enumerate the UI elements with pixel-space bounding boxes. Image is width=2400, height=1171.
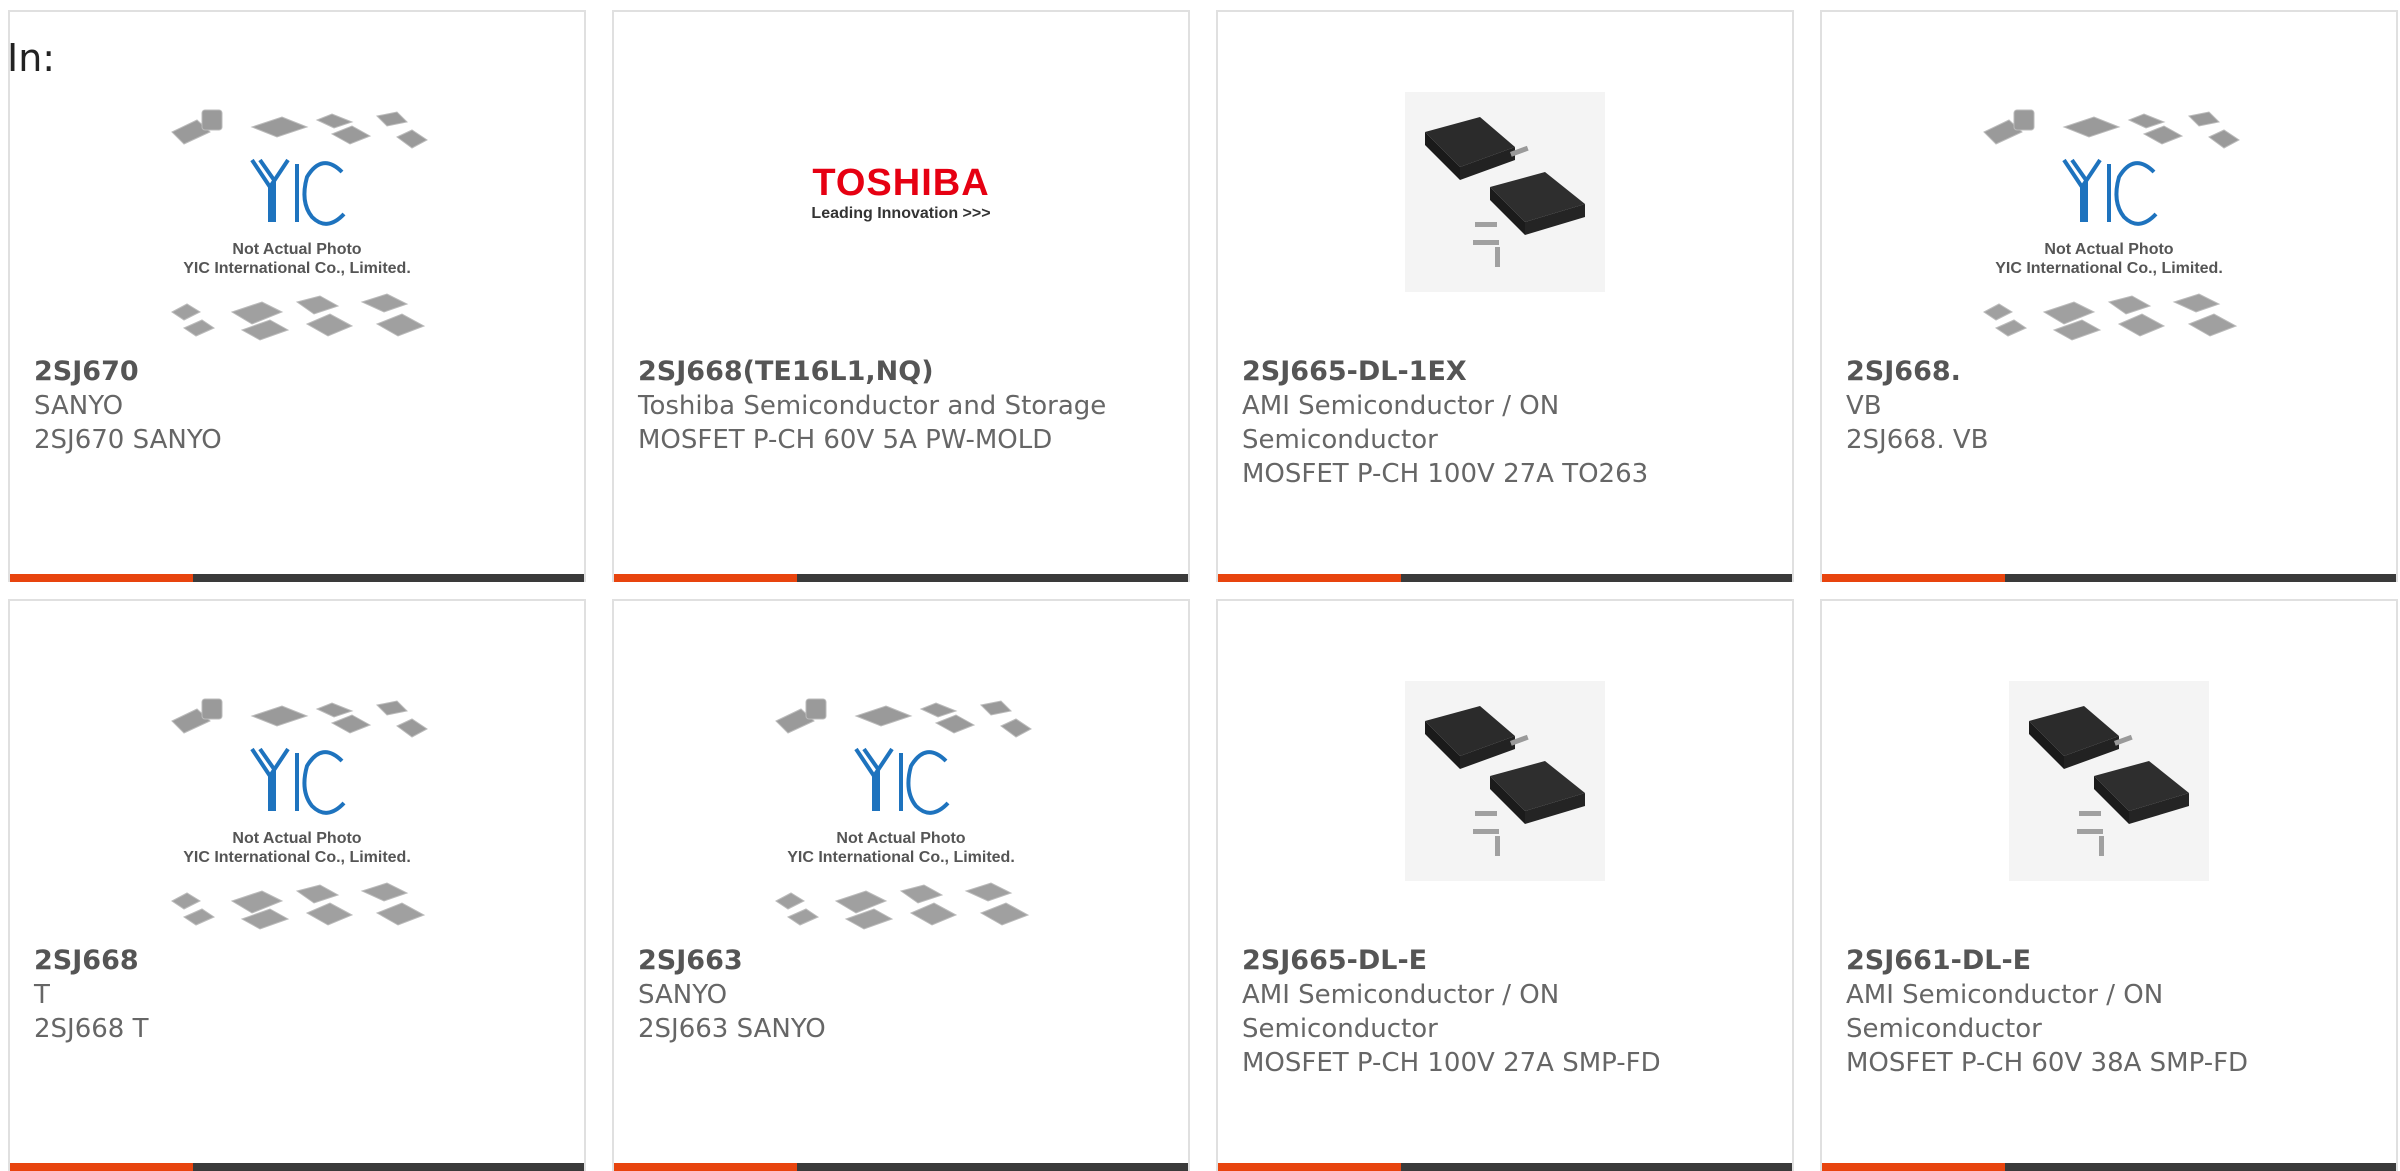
card-bar xyxy=(10,1163,584,1171)
card-bar xyxy=(614,574,1188,582)
part-number[interactable]: 2SJ661-DL-E xyxy=(1846,944,2346,978)
manufacturer: VB xyxy=(1846,391,1882,421)
card-bar xyxy=(614,1163,1188,1171)
part-number[interactable]: 2SJ670 xyxy=(34,355,534,389)
product-card[interactable]: Not Actual Photo YIC International Co., … xyxy=(8,10,586,582)
manufacturer: AMI Semiconductor / ON Semiconductor xyxy=(1846,980,2164,1044)
description: 2SJ663 SANYO xyxy=(638,1014,826,1044)
part-number[interactable]: 2SJ668. xyxy=(1846,355,2346,389)
product-card[interactable]: Not Actual Photo YIC International Co., … xyxy=(1820,10,2398,582)
description: MOSFET P-CH 100V 27A SMP-FD xyxy=(1242,1048,1661,1078)
description: MOSFET P-CH 60V 5A PW-MOLD xyxy=(638,425,1053,455)
yic-placeholder-image: Not Actual Photo YIC International Co., … xyxy=(766,681,1036,941)
manufacturer: Toshiba Semiconductor and Storage xyxy=(638,391,1107,421)
package-icon xyxy=(1405,681,1605,881)
manufacturer: AMI Semiconductor / ON Semiconductor xyxy=(1242,980,1560,1044)
placeholder-company: YIC International Co., Limited. xyxy=(787,849,1015,866)
manufacturer: SANYO xyxy=(34,391,124,421)
part-number[interactable]: 2SJ665-DL-E xyxy=(1242,944,1742,978)
product-image[interactable]: Not Actual Photo YIC International Co., … xyxy=(1822,92,2396,362)
placeholder-caption: Not Actual Photo xyxy=(836,830,966,847)
product-image[interactable]: TOSHIBA Leading Innovation >>> xyxy=(614,92,1188,362)
product-card[interactable]: Not Actual Photo YIC International Co., … xyxy=(612,599,1190,1171)
to263-package-image xyxy=(2009,681,2209,881)
yic-placeholder-image: Not Actual Photo YIC International Co., … xyxy=(162,92,432,352)
placeholder-company: YIC International Co., Limited. xyxy=(183,260,411,277)
placeholder-caption: Not Actual Photo xyxy=(232,241,362,258)
product-card[interactable]: TOSHIBA Leading Innovation >>> 2SJ668(TE… xyxy=(612,10,1190,582)
description: 2SJ668 T xyxy=(34,1014,149,1044)
card-bar xyxy=(10,574,584,582)
description: 2SJ670 SANYO xyxy=(34,425,222,455)
to263-package-image xyxy=(1405,92,1605,292)
part-number[interactable]: 2SJ668 xyxy=(34,944,534,978)
placeholder-caption: Not Actual Photo xyxy=(232,830,362,847)
product-card[interactable]: Not Actual Photo YIC International Co., … xyxy=(8,599,586,1171)
package-icon xyxy=(1405,92,1605,292)
part-number[interactable]: 2SJ665-DL-1EX xyxy=(1242,355,1742,389)
placeholder-caption: Not Actual Photo xyxy=(2044,241,2174,258)
product-card[interactable]: 2SJ665-DL-1EX AMI Semiconductor / ON Sem… xyxy=(1216,10,1794,582)
product-image[interactable]: Not Actual Photo YIC International Co., … xyxy=(10,681,584,951)
chip-collage-icon xyxy=(171,109,428,341)
card-accent xyxy=(1822,1163,2005,1171)
card-accent xyxy=(614,1163,797,1171)
product-image[interactable] xyxy=(1218,681,1792,951)
manufacturer: AMI Semiconductor / ON Semiconductor xyxy=(1242,391,1560,455)
placeholder-company: YIC International Co., Limited. xyxy=(183,849,411,866)
product-card[interactable]: 2SJ665-DL-E AMI Semiconductor / ON Semic… xyxy=(1216,599,1794,1171)
toshiba-brand: TOSHIBA xyxy=(812,162,990,204)
card-accent xyxy=(10,1163,193,1171)
product-image[interactable]: Not Actual Photo YIC International Co., … xyxy=(614,681,1188,951)
card-accent xyxy=(1218,1163,1401,1171)
manufacturer: SANYO xyxy=(638,980,728,1010)
package-icon xyxy=(2009,681,2209,881)
card-bar xyxy=(1822,1163,2396,1171)
card-accent xyxy=(1218,574,1401,582)
chip-collage-icon xyxy=(171,698,428,930)
card-bar xyxy=(1218,1163,1792,1171)
part-number[interactable]: 2SJ668(TE16L1,NQ) xyxy=(638,355,1138,389)
card-accent xyxy=(1822,574,2005,582)
product-image[interactable]: Not Actual Photo YIC International Co., … xyxy=(10,92,584,362)
description: MOSFET P-CH 60V 38A SMP-FD xyxy=(1846,1048,2249,1078)
chip-collage-icon xyxy=(775,698,1032,930)
filter-label: In: xyxy=(7,36,56,80)
toshiba-tagline: Leading Innovation >>> xyxy=(811,205,991,222)
manufacturer: T xyxy=(34,980,50,1010)
description: MOSFET P-CH 100V 27A TO263 xyxy=(1242,459,1649,489)
to263-package-image xyxy=(1405,681,1605,881)
card-bar xyxy=(1822,574,2396,582)
yic-placeholder-image: Not Actual Photo YIC International Co., … xyxy=(1974,92,2244,352)
yic-placeholder-image: Not Actual Photo YIC International Co., … xyxy=(162,681,432,941)
description: 2SJ668. VB xyxy=(1846,425,1989,455)
toshiba-logo: TOSHIBA Leading Innovation >>> xyxy=(796,162,1006,224)
product-grid: Not Actual Photo YIC International Co., … xyxy=(0,0,2400,1171)
card-bar xyxy=(1218,574,1792,582)
chip-collage-icon xyxy=(1983,109,2240,341)
placeholder-company: YIC International Co., Limited. xyxy=(1995,260,2223,277)
card-accent xyxy=(614,574,797,582)
card-accent xyxy=(10,574,193,582)
part-number[interactable]: 2SJ663 xyxy=(638,944,1138,978)
product-image[interactable] xyxy=(1218,92,1792,362)
product-image[interactable] xyxy=(1822,681,2396,951)
product-card[interactable]: 2SJ661-DL-E AMI Semiconductor / ON Semic… xyxy=(1820,599,2398,1171)
